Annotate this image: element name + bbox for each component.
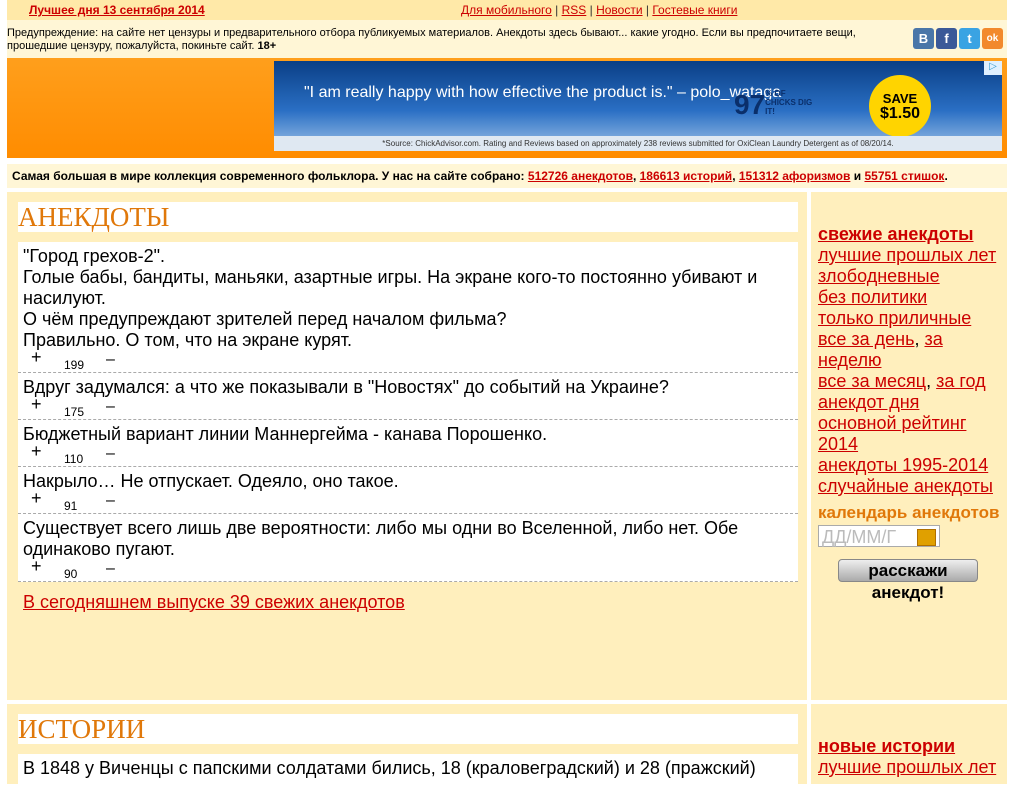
jokes-sidebar: свежие анекдоты лучшие прошлых лет злобо… — [811, 192, 1007, 700]
vote-down-button[interactable]: – — [106, 349, 115, 370]
facebook-icon[interactable]: f — [936, 28, 957, 49]
vote-down-button[interactable]: – — [106, 558, 115, 579]
nav-random[interactable]: случайные анекдоты — [818, 476, 993, 496]
nav-no-politics[interactable]: без политики — [818, 287, 927, 307]
nav-joke-of-day[interactable]: анекдот дня — [818, 392, 919, 412]
stories-sidebar: новые истории лучшие прошлых лет — [811, 704, 1007, 784]
joke-item: Бюджетный вариант линии Маннергейма - ка… — [18, 420, 798, 467]
best-of-day-link[interactable]: Лучшее дня 13 сентября 2014 — [29, 3, 205, 17]
joke-item: Накрыло… Не отпускает. Одеяло, оно такое… — [18, 467, 798, 514]
vote-controls: +199 – — [23, 347, 793, 372]
ad-quote: "I am really happy with how effective th… — [304, 84, 782, 101]
banner-area: "I am really happy with how effective th… — [7, 58, 1007, 158]
joke-item: "Город грехов-2". Голые бабы, бандиты, ма… — [18, 242, 798, 373]
mobile-link[interactable]: Для мобильного — [461, 3, 552, 17]
calendar-heading: календарь анекдотов — [818, 503, 1000, 522]
joke-text: Существует всего лишь две вероятности: л… — [23, 518, 739, 559]
nav-years-archive[interactable]: анекдоты 1995-2014 — [818, 455, 988, 475]
jokes-list: "Город грехов-2". Голые бабы, бандиты, ма… — [18, 242, 798, 613]
story-text: В 1848 у Виченцы с папскими солдатами би… — [18, 754, 798, 794]
nav-all-day[interactable]: все за день — [818, 329, 914, 349]
calendar-icon[interactable] — [917, 529, 936, 546]
vote-down-button[interactable]: – — [106, 490, 115, 511]
stats-bar: Самая большая в мире коллекция современн… — [7, 164, 1007, 188]
social-buttons: В f t ok — [913, 28, 1003, 49]
ad-save-badge: SAVE $1.50 — [869, 75, 931, 137]
section-title: ИСТОРИИ — [18, 714, 798, 744]
joke-text: "Город грехов-2". Голые бабы, бандиты, ма… — [23, 246, 758, 350]
nav-decent-only[interactable]: только приличные — [818, 308, 971, 328]
rss-link[interactable]: RSS — [562, 3, 587, 17]
news-link[interactable]: Новости — [596, 3, 642, 17]
guestbook-link[interactable]: Гостевые книги — [652, 3, 737, 17]
ad-footer: *Source: ChickAdvisor.com. Rating and Re… — [274, 136, 1002, 151]
vote-up-button[interactable]: + — [31, 394, 42, 415]
stories-section: ИСТОРИИ В 1848 у Виченцы с папскими солд… — [7, 704, 807, 794]
vk-icon[interactable]: В — [913, 28, 934, 49]
joke-score: 90 — [64, 567, 78, 581]
odnoklassniki-icon[interactable]: ok — [982, 28, 1003, 49]
date-input[interactable]: ДД/ММ/Г — [818, 525, 940, 547]
section-title: АНЕКДОТЫ — [18, 202, 798, 232]
nav-topical[interactable]: злободневные — [818, 266, 940, 286]
stats-jokes-link[interactable]: 512726 анекдотов — [528, 169, 633, 183]
warning-text: Предупреждение: на сайте нет цензуры и п… — [7, 27, 856, 52]
joke-score: 175 — [64, 405, 85, 419]
nav-year[interactable]: за год — [936, 371, 986, 391]
joke-item: Вдруг задумался: а что же показывали в "… — [18, 373, 798, 420]
joke-text: Накрыло… Не отпускает. Одеяло, оно такое… — [23, 471, 399, 491]
vote-down-button[interactable]: – — [106, 443, 115, 464]
top-bar: Лучшее дня 13 сентября 2014 Для мобильно… — [7, 0, 1007, 20]
vote-up-button[interactable]: + — [31, 488, 42, 509]
twitter-icon[interactable]: t — [959, 28, 980, 49]
nav-best-past-years[interactable]: лучшие прошлых лет — [818, 245, 996, 265]
vote-down-button[interactable]: – — [106, 396, 115, 417]
vote-controls: +90 – — [23, 556, 793, 581]
top-links: Для мобильного | RSS | Новости | Гостевы… — [461, 3, 738, 17]
todays-issue-link[interactable]: В сегодняшнем выпуске 39 свежих анекдото… — [23, 592, 405, 612]
joke-score: 110 — [64, 452, 84, 466]
joke-score: 91 — [64, 499, 78, 513]
age-badge: 18+ — [257, 40, 277, 52]
vote-up-button[interactable]: + — [31, 556, 42, 577]
vote-controls: +175 – — [23, 394, 793, 419]
nav-stories-best-past[interactable]: лучшие прошлых лет — [818, 757, 996, 777]
tell-joke-button[interactable]: расскажи анекдот! — [838, 559, 978, 603]
jokes-section: АНЕКДОТЫ "Город грехов-2". Голые бабы, ба… — [7, 192, 807, 700]
joke-text: Бюджетный вариант линии Маннергейма - ка… — [23, 424, 548, 444]
joke-text: Вдруг задумался: а что же показывали в "… — [23, 377, 669, 397]
adchoices-icon[interactable]: ▷ — [984, 61, 1002, 75]
nav-main-rating[interactable]: основной рейтинг 2014 — [818, 413, 966, 454]
joke-score: 199 — [64, 358, 85, 372]
vote-controls: +110 – — [23, 441, 793, 466]
stats-aphorisms-link[interactable]: 151312 афоризмов — [739, 169, 851, 183]
stats-poems-link[interactable]: 55751 стишок — [864, 169, 944, 183]
vote-controls: +91 – — [23, 488, 793, 513]
vote-up-button[interactable]: + — [31, 441, 42, 462]
ad-percent: 97% OF CHICKS DIG IT! — [734, 89, 813, 120]
nav-all-month[interactable]: все за месяц — [818, 371, 926, 391]
nav-new-stories[interactable]: новые истории — [818, 736, 955, 756]
advertisement[interactable]: "I am really happy with how effective th… — [274, 61, 1002, 151]
warning-panel: Предупреждение: на сайте нет цензуры и п… — [7, 20, 1007, 58]
nav-fresh-jokes[interactable]: свежие анекдоты — [818, 224, 974, 244]
stats-stories-link[interactable]: 186613 историй — [640, 169, 733, 183]
vote-up-button[interactable]: + — [31, 347, 42, 368]
joke-item: Существует всего лишь две вероятности: л… — [18, 514, 798, 582]
